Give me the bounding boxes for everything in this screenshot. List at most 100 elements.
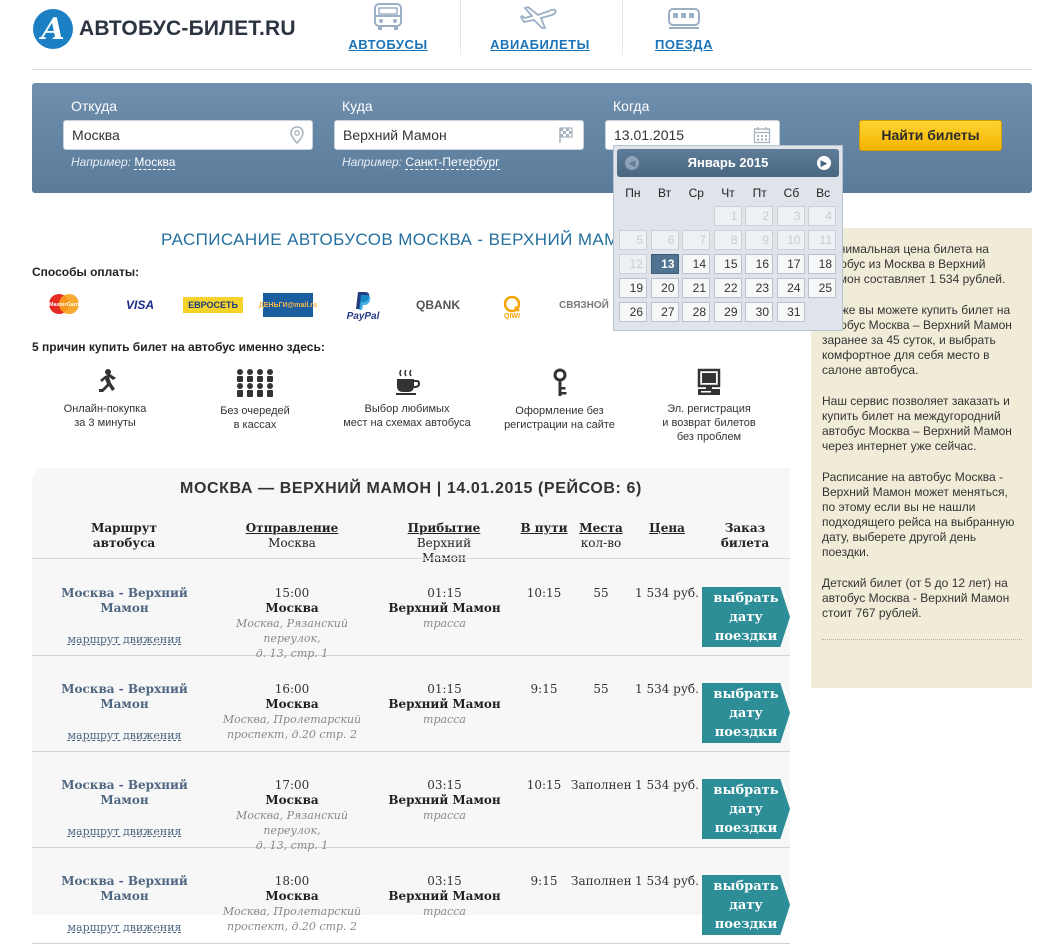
- col-header-seats[interactable]: Места кол-во: [576, 521, 626, 551]
- next-month-icon[interactable]: ▶: [817, 156, 831, 170]
- col-header-order: Заказ билета: [720, 521, 770, 551]
- route-cell: Москва - Верхний Мамон маршрут движения: [42, 586, 207, 647]
- reasons-label: 5 причин купить билет на автобус именно …: [32, 340, 325, 354]
- dengi-mail-logo: ДЕНЬГИ@mail.ru: [259, 293, 317, 317]
- to-input[interactable]: Верхний Мамон: [334, 120, 584, 150]
- arrival-address: трасса: [423, 905, 466, 918]
- route-name[interactable]: Москва - Верхний Мамон: [42, 778, 207, 808]
- departure-cell: 18:00 Москва Москва, Пролетарский проспект,…: [212, 874, 372, 934]
- calendar-day[interactable]: 25: [808, 278, 836, 298]
- arrival-city: Верхний Мамон: [388, 889, 501, 903]
- select-date-button[interactable]: выбрать дату поездки: [702, 683, 790, 743]
- col-header-order-l2: билета: [720, 536, 770, 550]
- calendar-day[interactable]: 26: [619, 302, 647, 322]
- calendar-day[interactable]: 20: [650, 278, 679, 298]
- calendar-day[interactable]: 13: [650, 254, 679, 274]
- price-cell: 1 534 руб.: [635, 778, 699, 792]
- calendar-day[interactable]: 16: [745, 254, 773, 274]
- departure-cell: 15:00 Москва Москва, Рязанский переулок, д.…: [212, 586, 372, 661]
- calendar-day[interactable]: 28: [682, 302, 710, 322]
- col-header-depart[interactable]: Отправление Москва: [242, 521, 342, 551]
- departure-city: Москва: [265, 889, 319, 903]
- qiwi-text: QIWI: [504, 312, 520, 320]
- col-header-depart-l1: Отправление: [245, 521, 339, 535]
- reason-text-2: в кассах: [233, 419, 277, 431]
- nav-flights[interactable]: АВИАБИЛЕТЫ: [475, 0, 605, 52]
- select-date-button[interactable]: выбрать дату поездки: [702, 875, 790, 935]
- sidebar-paragraph: Расписание на автобус Москва - Верхний М…: [822, 470, 1015, 559]
- arrival-time: 01:15: [427, 586, 462, 600]
- nav-trains[interactable]: ПОЕЗДА: [619, 0, 749, 52]
- route-map-link[interactable]: маршрут движения: [42, 920, 207, 935]
- calendar-day[interactable]: 24: [776, 278, 805, 298]
- seats-cell: 55: [593, 586, 609, 600]
- route-name[interactable]: Москва - Верхний Мамон: [42, 682, 207, 712]
- paypal-text: PayPal: [346, 310, 380, 322]
- route-map-link[interactable]: маршрут движения: [42, 728, 207, 743]
- weekday-label: Вс: [816, 186, 831, 200]
- departure-city: Москва: [265, 793, 319, 807]
- calendar-day[interactable]: 23: [745, 278, 773, 298]
- departure-time: 17:00: [274, 778, 310, 792]
- select-date-button[interactable]: выбрать дату поездки: [702, 779, 790, 839]
- nav-buses-label: АВТОБУСЫ: [348, 37, 428, 52]
- table-row: Москва - Верхний Мамон маршрут движения 15…: [32, 560, 790, 660]
- nav-flights-label: АВИАБИЛЕТЫ: [490, 37, 590, 52]
- calendar-day[interactable]: 19: [619, 278, 647, 298]
- route-map-link[interactable]: маршрут движения: [42, 824, 207, 839]
- calendar-day[interactable]: 31: [776, 302, 805, 322]
- calendar-day[interactable]: 30: [745, 302, 773, 322]
- coffee-cup-icon: [396, 369, 420, 395]
- col-header-seats-l1: Места: [579, 521, 623, 535]
- calendar-day: 3: [776, 206, 805, 226]
- calendar-day[interactable]: 22: [713, 278, 742, 298]
- col-header-duration[interactable]: В пути: [519, 521, 569, 536]
- finish-flag-icon: [559, 127, 573, 143]
- nav-buses[interactable]: АВТОБУСЫ: [323, 0, 453, 52]
- calendar-day[interactable]: 14: [682, 254, 710, 274]
- datepicker: ◀ Январь 2015 ▶ Пн Вт Ср Чт Пт Сб Вс 123456789…: [613, 145, 843, 331]
- departure-address: Москва, Пролетарский: [222, 905, 362, 918]
- route-cell: Москва - Верхний Мамон маршрут движения: [42, 778, 207, 839]
- col-header-depart-l2: Москва: [268, 536, 316, 550]
- duration-cell: 9:15: [530, 874, 558, 888]
- weekday-label: Сб: [783, 186, 800, 200]
- route-name[interactable]: Москва - Верхний Мамон: [42, 874, 207, 904]
- to-input-value: Верхний Мамон: [343, 127, 447, 143]
- select-date-button[interactable]: выбрать дату поездки: [702, 587, 790, 647]
- calendar-day[interactable]: 21: [682, 278, 710, 298]
- route-name[interactable]: Москва - Верхний Мамон: [42, 586, 207, 616]
- to-hint-link[interactable]: Санкт-Петербург: [405, 155, 500, 170]
- weekday-row: Пн Вт Ср Чт Пт Сб Вс: [617, 182, 839, 204]
- calendar-day[interactable]: 29: [713, 302, 742, 322]
- calendar-day[interactable]: 17: [776, 254, 805, 274]
- calendar-day[interactable]: 15: [713, 254, 742, 274]
- reason-text-3: без проблем: [676, 431, 742, 443]
- qbank-logo: QBANK: [416, 298, 460, 312]
- calendar-day[interactable]: 18: [808, 254, 836, 274]
- prev-month-icon[interactable]: ◀: [625, 156, 639, 170]
- col-header-price[interactable]: Цена: [642, 521, 692, 536]
- arrival-city: Верхний Мамон: [388, 697, 501, 711]
- arrival-cell: 01:15 Верхний Мамон трасса: [387, 682, 502, 727]
- calendar-day[interactable]: 27: [650, 302, 679, 322]
- seats-cell: Заполнен: [571, 874, 632, 888]
- route-map-link[interactable]: маршрут движения: [42, 632, 207, 647]
- arrival-cell: 03:15 Верхний Мамон трасса: [387, 778, 502, 823]
- select-date-line: дату: [729, 706, 763, 721]
- site-logo[interactable]: A АВТОБУС-БИЛЕТ.RU: [33, 9, 296, 49]
- reason-text-1: Онлайн-покупка: [63, 403, 147, 415]
- col-header-seats-l2: кол-во: [580, 536, 622, 550]
- select-date-line: поездки: [714, 821, 778, 836]
- reason-item: Оформление без регистрации на сайте: [497, 368, 622, 432]
- from-hint-prefix: Например:: [71, 155, 132, 169]
- from-input[interactable]: Москва: [63, 120, 313, 150]
- calendar-day: 6: [650, 230, 679, 250]
- find-tickets-button[interactable]: Найти билеты: [859, 120, 1002, 151]
- col-header-arrive-l1: Прибытие: [407, 521, 481, 535]
- select-date-line: дату: [729, 802, 763, 817]
- from-hint-link[interactable]: Москва: [134, 155, 176, 170]
- running-man-icon: [99, 369, 116, 392]
- computer-icon: [697, 368, 721, 395]
- duration-cell: 10:15: [526, 778, 562, 792]
